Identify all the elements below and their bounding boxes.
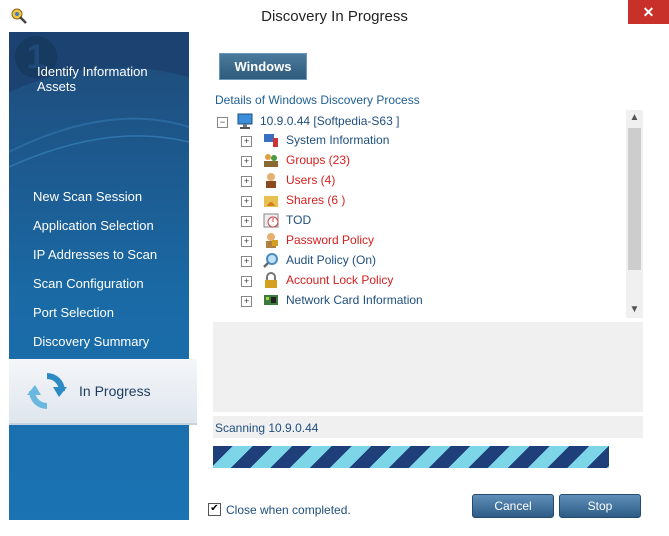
tree-node-label: TOD — [286, 213, 312, 227]
status-text: Scanning 10.9.0.44 — [215, 421, 319, 435]
scroll-up-icon[interactable]: ▲ — [626, 110, 643, 126]
status-bar: Scanning 10.9.0.44 — [213, 416, 643, 438]
tree-node-label: Account Lock Policy — [286, 273, 394, 287]
lock-icon — [265, 272, 277, 288]
close-button[interactable]: ✕ — [628, 0, 669, 24]
tree-scrollbar[interactable]: ▲ ▼ — [626, 110, 643, 318]
tree-node-label: Audit Policy (On) — [286, 253, 377, 267]
group-icon — [264, 154, 278, 167]
stop-button[interactable]: Stop — [559, 494, 641, 518]
window-title: Discovery In Progress — [261, 8, 408, 25]
tree-node-label: Users (4) — [286, 173, 336, 187]
expand-icon[interactable]: + — [241, 136, 252, 147]
expand-icon[interactable]: + — [241, 156, 252, 167]
expand-icon[interactable]: + — [241, 276, 252, 287]
tree-root-label[interactable]: 10.9.0.44 [Softpedia-S63 ] — [260, 114, 399, 130]
system-info-icon — [264, 134, 278, 147]
title-bar: Discovery In Progress ✕ — [0, 0, 669, 32]
tree-node-label: Network Card Information — [286, 293, 423, 307]
window-frame — [0, 32, 9, 528]
expand-icon[interactable]: + — [241, 176, 252, 187]
expand-icon[interactable]: + — [241, 256, 252, 267]
cancel-button[interactable]: Cancel — [472, 494, 554, 518]
progress-bar — [213, 446, 609, 468]
active-step-label: In Progress — [79, 383, 151, 399]
refresh-icon — [27, 373, 67, 409]
discovery-tree[interactable]: − 10.9.0.44 [Softpedia-S63 ] + System In… — [213, 110, 643, 318]
expand-icon[interactable]: + — [241, 236, 252, 247]
computer-icon — [237, 113, 253, 129]
nav-item-scan-configuration[interactable]: Scan Configuration — [33, 276, 144, 291]
network-card-icon — [264, 295, 278, 305]
close-when-completed-checkbox[interactable]: ✔ — [208, 503, 221, 516]
share-icon — [264, 196, 278, 207]
tree-node-label: Password Policy — [286, 233, 375, 247]
details-label: Details of Windows Discovery Process — [215, 93, 420, 107]
tree-node-label: Groups (23) — [286, 153, 351, 167]
expand-icon[interactable]: + — [241, 196, 252, 207]
password-icon — [266, 233, 278, 248]
nav-item-application-selection[interactable]: Application Selection — [33, 218, 154, 233]
nav-item-port-selection[interactable]: Port Selection — [33, 305, 114, 320]
sidebar-heading: Identify Information Assets — [37, 64, 148, 94]
collapse-icon[interactable]: − — [217, 117, 228, 128]
sidebar: 1 Identify Information Assets New Scan S… — [9, 32, 189, 520]
audit-icon — [263, 253, 278, 268]
expand-icon[interactable]: + — [241, 296, 252, 307]
log-panel — [213, 322, 643, 412]
nav-item-discovery-summary[interactable]: Discovery Summary — [33, 334, 149, 349]
nav-item-new-scan-session[interactable]: New Scan Session — [33, 189, 142, 204]
user-icon — [266, 173, 276, 188]
close-when-completed-label[interactable]: Close when completed. — [226, 503, 351, 517]
tab-windows[interactable]: Windows — [219, 53, 307, 80]
scrollbar-thumb[interactable] — [628, 128, 641, 270]
nav-item-ip-addresses[interactable]: IP Addresses to Scan — [33, 247, 157, 262]
window-frame-bottom — [0, 520, 669, 536]
clock-icon — [263, 213, 279, 228]
expand-icon[interactable]: + — [241, 216, 252, 227]
scroll-down-icon[interactable]: ▼ — [626, 302, 643, 318]
tree-node-label: System Information — [286, 133, 390, 147]
tree-node-label: Shares (6 ) — [286, 193, 346, 207]
nav-item-in-progress[interactable]: In Progress — [9, 359, 197, 425]
